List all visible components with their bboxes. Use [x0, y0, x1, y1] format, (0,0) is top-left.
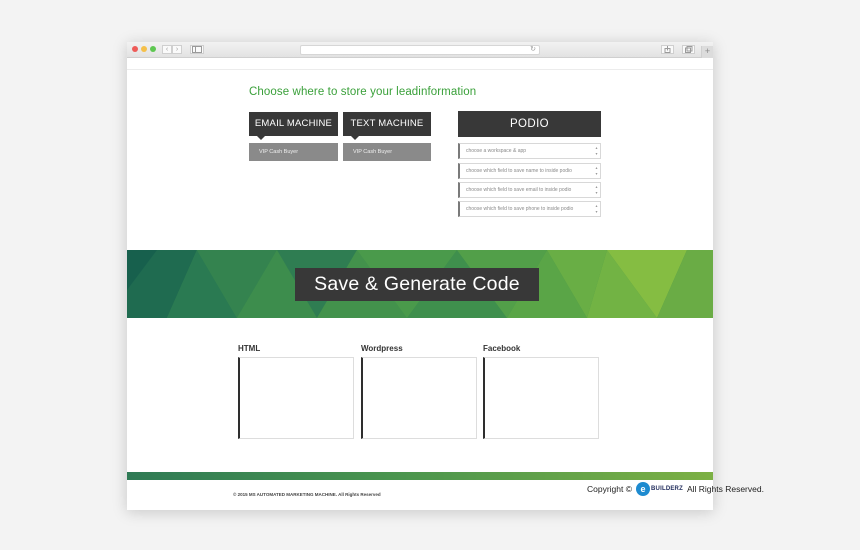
- close-window-icon[interactable]: [132, 46, 138, 52]
- forward-arrow-icon[interactable]: ›: [172, 45, 182, 54]
- text-machine-select[interactable]: VIP Cash Buyer: [343, 143, 431, 161]
- footer-green-stripe: [127, 472, 713, 480]
- podio-workspace-select[interactable]: choose a workspace & app ▴ ▾: [458, 143, 601, 159]
- builderz-logo-icon: e: [636, 482, 651, 496]
- builderz-logo-text: BUILDERZ: [651, 486, 683, 492]
- builderz-logo: e BUILDERZ: [636, 482, 683, 496]
- podio-field-label: choose which field to save email to insi…: [466, 187, 572, 193]
- lead-storage-heading: Choose where to store your leadinformati…: [249, 86, 477, 98]
- wordpress-code-textarea[interactable]: [361, 357, 477, 439]
- minimize-window-icon[interactable]: [141, 46, 147, 52]
- save-generate-code-button[interactable]: Save & Generate Code: [295, 268, 539, 301]
- copyright-notice: Copyright © e BUILDERZ All Rights Reserv…: [587, 481, 764, 497]
- page-header-divider: [127, 69, 713, 70]
- browser-toolbar: ‹ › ↻ +: [127, 42, 713, 58]
- podio-email-field-select[interactable]: choose which field to save email to insi…: [458, 182, 601, 198]
- share-icon[interactable]: [661, 45, 674, 54]
- spinner-arrows-icon[interactable]: ▴ ▾: [594, 145, 599, 157]
- html-code-textarea[interactable]: [238, 357, 354, 439]
- spinner-arrows-icon[interactable]: ▴ ▾: [594, 184, 599, 196]
- tabs-overview-icon[interactable]: [682, 45, 695, 54]
- footer-copyright-small: © 2015 MS AUTOMATED MARKETING MACHINE. A…: [233, 492, 381, 497]
- tabs-icon: [685, 46, 693, 53]
- rights-reserved-text: All Rights Reserved.: [686, 484, 764, 494]
- podio-field-label: choose a workspace & app: [466, 148, 527, 154]
- copyright-prefix: Copyright ©: [587, 484, 633, 494]
- browser-window: ‹ › ↻ + Choose where to store your leadi…: [127, 42, 713, 510]
- text-machine-button[interactable]: TEXT MACHINE: [343, 112, 431, 140]
- new-tab-plus-icon[interactable]: +: [701, 46, 713, 58]
- email-machine-select[interactable]: VIP Cash Buyer: [249, 143, 338, 161]
- zoom-window-icon[interactable]: [150, 46, 156, 52]
- podio-button[interactable]: PODIO: [458, 111, 601, 137]
- podio-name-field-select[interactable]: choose which field to save name to insid…: [458, 163, 601, 179]
- podio-phone-field-select[interactable]: choose which field to save phone to insi…: [458, 201, 601, 217]
- sidebar-toggle-icon[interactable]: [190, 45, 204, 54]
- podio-field-label: choose which field to save phone to insi…: [466, 206, 574, 212]
- share-arrow-icon: [664, 46, 671, 53]
- email-machine-button[interactable]: EMAIL MACHINE: [249, 112, 338, 140]
- podio-field-label: choose which field to save name to insid…: [466, 168, 572, 174]
- back-arrow-icon[interactable]: ‹: [162, 45, 172, 54]
- facebook-label: Facebook: [483, 344, 521, 353]
- wordpress-label: Wordpress: [361, 344, 403, 353]
- facebook-code-textarea[interactable]: [483, 357, 599, 439]
- reload-icon[interactable]: ↻: [530, 45, 536, 53]
- sidebar-icon: [192, 46, 202, 53]
- spinner-arrows-icon[interactable]: ▴ ▾: [594, 165, 599, 177]
- html-label: HTML: [238, 344, 261, 353]
- spinner-arrows-icon[interactable]: ▴ ▾: [594, 203, 599, 215]
- address-bar[interactable]: ↻: [300, 45, 540, 55]
